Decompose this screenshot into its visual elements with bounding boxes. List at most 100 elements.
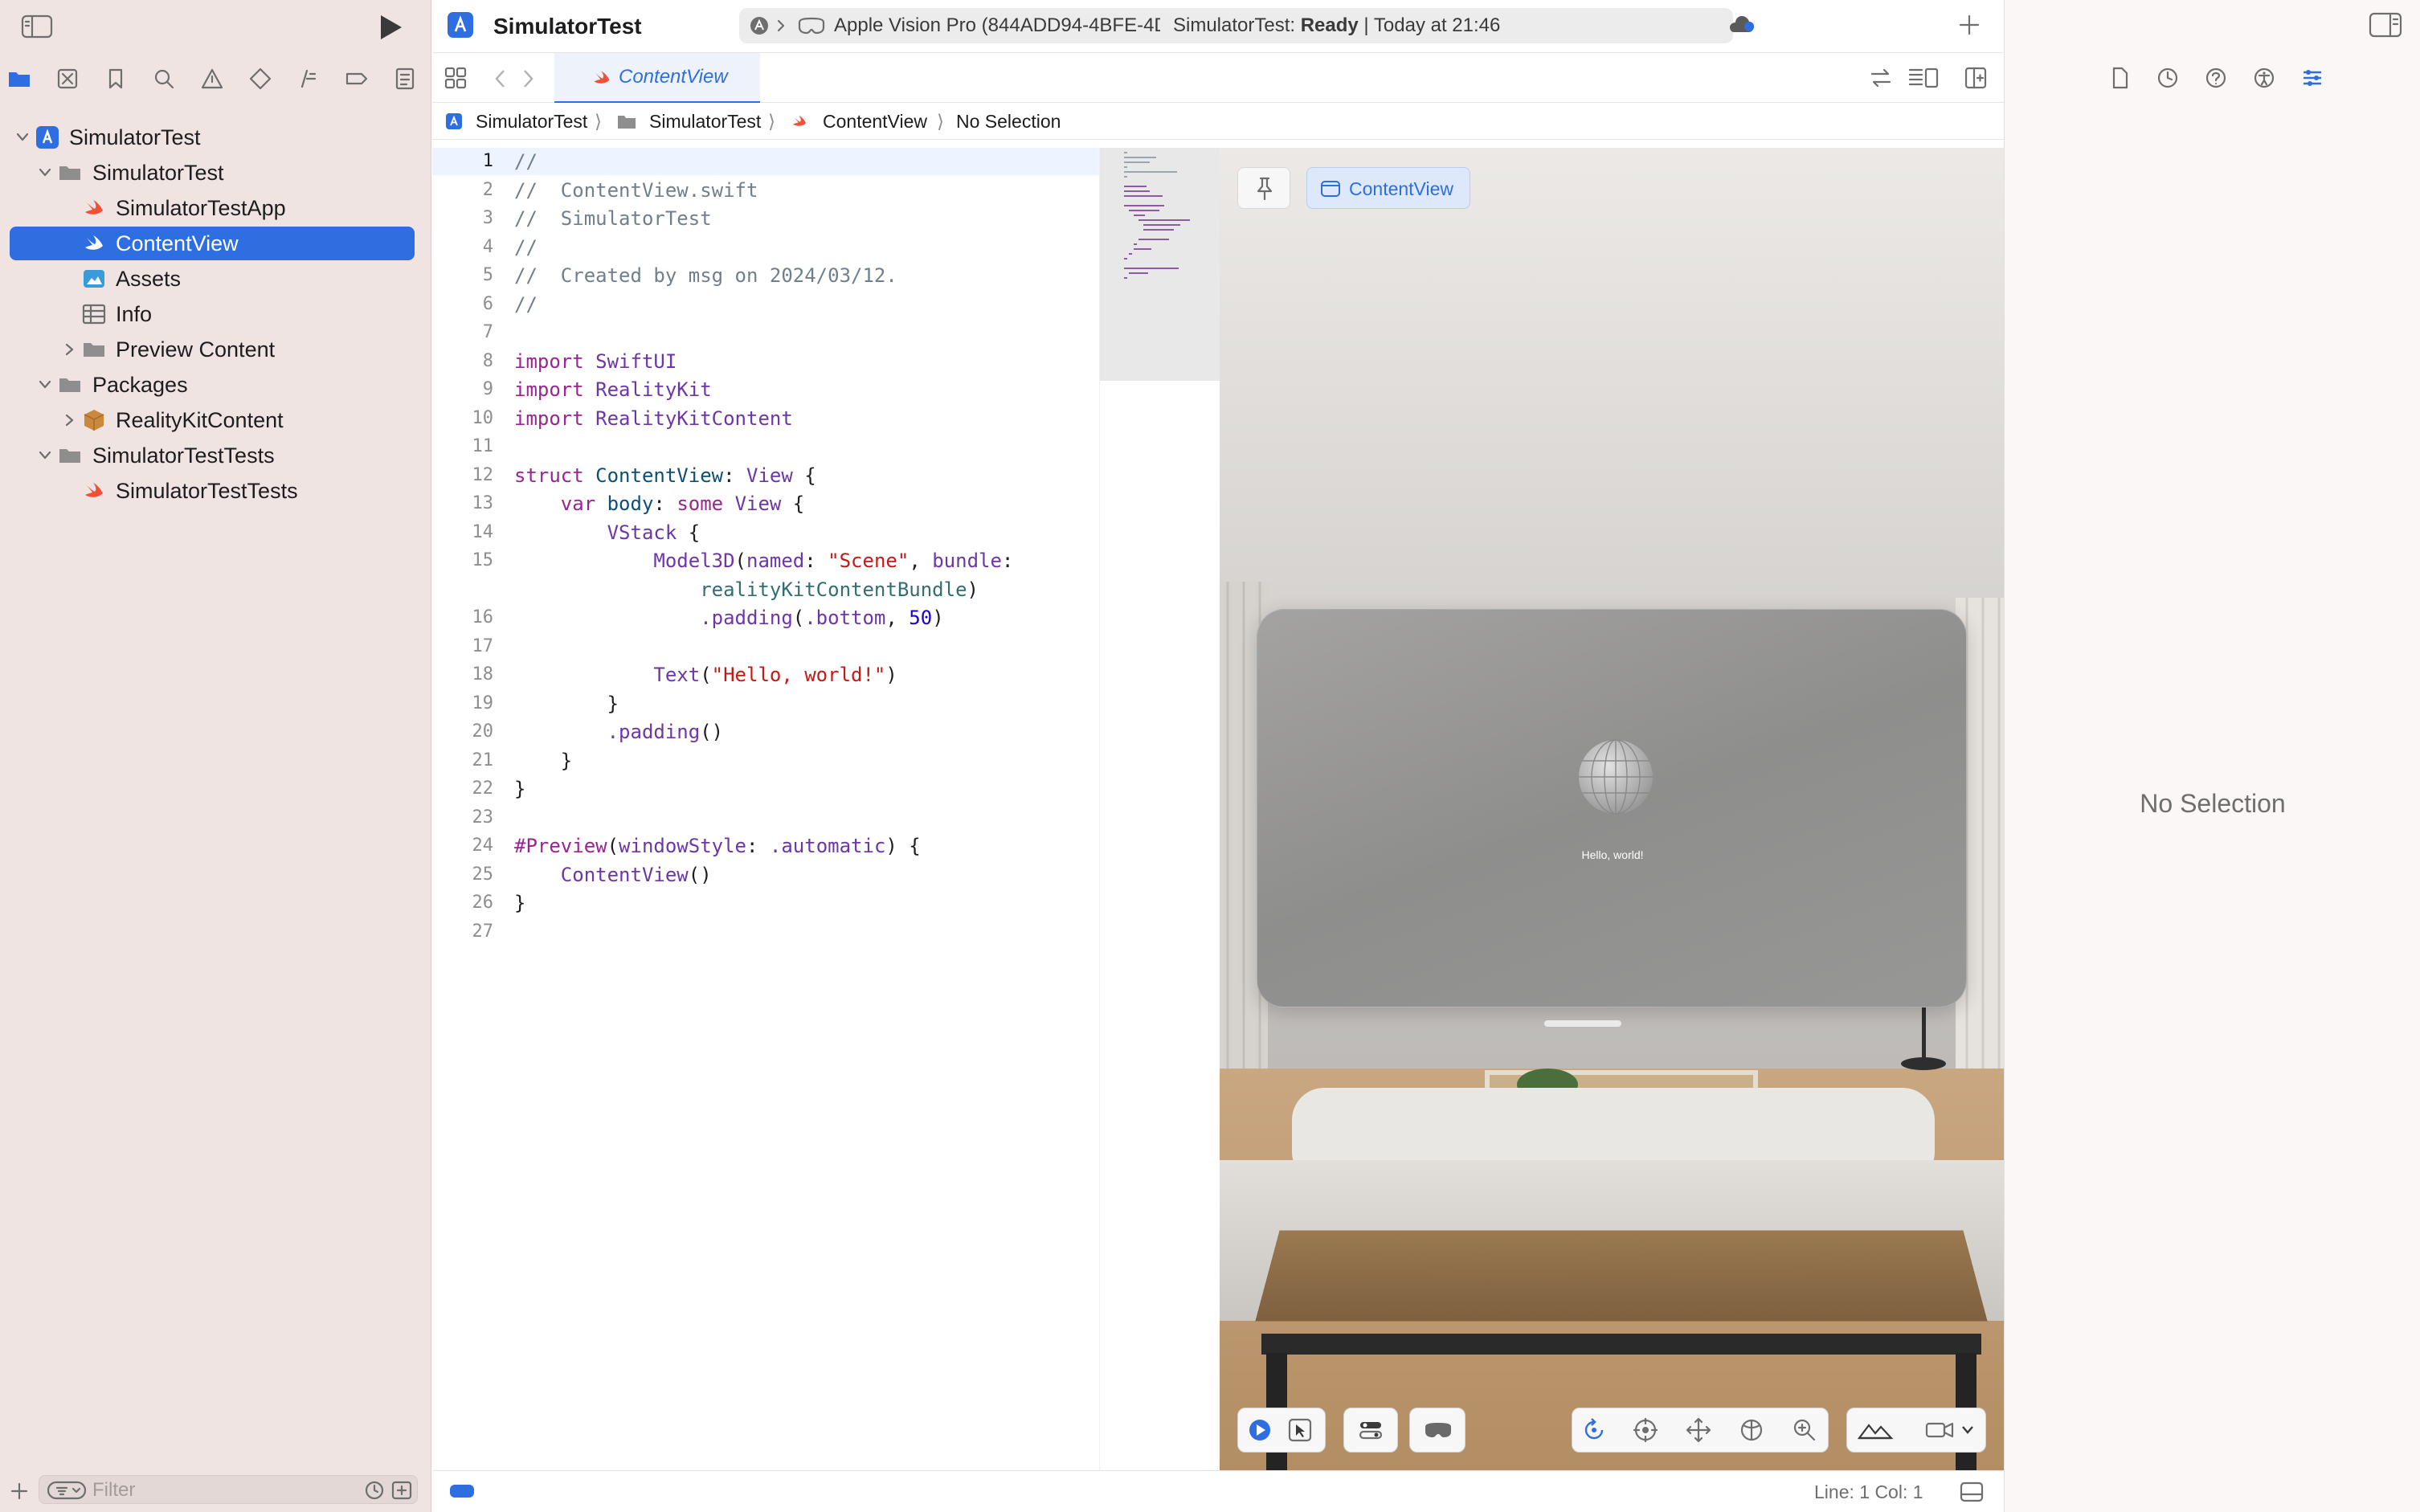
- reset-camera-icon[interactable]: [1738, 1416, 1765, 1444]
- line-number[interactable]: 26: [432, 889, 494, 917]
- code-line[interactable]: // ContentView.swift: [514, 177, 758, 204]
- line-number[interactable]: 6: [432, 291, 493, 318]
- activity-viewer[interactable]: Apple Vision Pro (844ADD94-4BFE-4D28-9B7…: [739, 8, 1733, 43]
- live-mode-icon[interactable]: [1246, 1416, 1273, 1444]
- chevron-right-icon[interactable]: [59, 333, 79, 366]
- accessibility-inspector-icon[interactable]: [2252, 66, 2276, 90]
- breadcrumb-item[interactable]: SimulatorTest: [649, 103, 761, 140]
- line-number[interactable]: 12: [432, 462, 494, 489]
- line-number[interactable]: 5: [432, 262, 493, 289]
- preview-canvas[interactable]: Hello, world! ContentView: [1220, 148, 2004, 1470]
- chevron-down-icon[interactable]: [35, 439, 55, 472]
- source-control-navigator-icon[interactable]: [55, 66, 80, 92]
- visionos-app-window[interactable]: Hello, world!: [1257, 609, 1967, 1007]
- code-line[interactable]: }: [514, 775, 525, 803]
- split-editor-icon[interactable]: [1964, 66, 1988, 90]
- tree-item-group[interactable]: SimulatorTestTests: [10, 439, 415, 472]
- code-line[interactable]: import RealityKitContent: [514, 405, 793, 432]
- test-navigator-icon[interactable]: [247, 66, 273, 92]
- line-number[interactable]: 13: [432, 490, 494, 517]
- swap-editor-icon[interactable]: [1867, 66, 1895, 90]
- code-line[interactable]: import RealityKit: [514, 376, 712, 403]
- line-number[interactable]: 11: [432, 433, 494, 460]
- code-line[interactable]: Model3D(named: "Scene", bundle:: [514, 547, 1013, 574]
- line-number[interactable]: 8: [432, 348, 493, 375]
- line-number[interactable]: 23: [432, 804, 494, 832]
- line-number[interactable]: 7: [432, 319, 493, 346]
- sidebar-toggle-icon[interactable]: [21, 14, 53, 39]
- add-library-icon[interactable]: [1956, 11, 1983, 39]
- line-number[interactable]: 9: [432, 376, 493, 403]
- device-settings-button[interactable]: [1409, 1408, 1465, 1453]
- breakpoint-navigator-icon[interactable]: [344, 66, 370, 92]
- tree-item-file[interactable]: Assets: [10, 262, 415, 296]
- bookmark-navigator-icon[interactable]: [103, 66, 129, 92]
- run-button[interactable]: [374, 11, 407, 43]
- code-line[interactable]: VStack {: [514, 519, 701, 546]
- forward-arrow-icon[interactable]: [519, 67, 537, 90]
- line-number[interactable]: 2: [432, 177, 493, 204]
- cloud-sync-icon[interactable]: [1727, 13, 1756, 39]
- file-inspector-icon[interactable]: [2107, 66, 2132, 90]
- code-line[interactable]: // SimulatorTest: [514, 205, 712, 232]
- chevron-right-icon[interactable]: [59, 403, 79, 437]
- line-number[interactable]: 14: [432, 519, 494, 546]
- code-line[interactable]: }: [514, 889, 525, 917]
- filter-input[interactable]: Filter: [39, 1475, 418, 1504]
- tree-item-file[interactable]: SimulatorTestTests: [10, 474, 415, 508]
- report-navigator-icon[interactable]: [392, 66, 418, 92]
- tab-contentview[interactable]: ContentView: [554, 53, 760, 103]
- help-inspector-icon[interactable]: [2204, 66, 2228, 90]
- variants-button[interactable]: [1343, 1408, 1398, 1453]
- line-number[interactable]: 4: [432, 234, 493, 261]
- issue-navigator-icon[interactable]: [199, 66, 225, 92]
- attributes-inspector-icon[interactable]: [2300, 66, 2324, 90]
- breadcrumb-item[interactable]: ContentView: [823, 103, 927, 140]
- code-line[interactable]: //: [514, 234, 538, 261]
- debug-navigator-icon[interactable]: [296, 66, 321, 92]
- add-icon[interactable]: [8, 1480, 31, 1502]
- pin-preview-button[interactable]: [1237, 167, 1290, 209]
- code-line[interactable]: Text("Hello, world!"): [514, 661, 897, 689]
- tree-item-file[interactable]: SimulatorTestApp: [10, 191, 415, 225]
- source-control-filter-icon[interactable]: [391, 1480, 412, 1501]
- folder-navigator-icon[interactable]: [6, 66, 32, 92]
- line-number[interactable]: 10: [432, 405, 494, 432]
- code-line[interactable]: // Created by msg on 2024/03/12.: [514, 262, 897, 289]
- rotate-camera-icon[interactable]: [1580, 1416, 1608, 1444]
- line-number[interactable]: 22: [432, 775, 494, 803]
- tree-item-group[interactable]: SimulatorTest: [10, 156, 415, 190]
- code-line[interactable]: realityKitContentBundle): [514, 576, 979, 603]
- code-line[interactable]: .padding(.bottom, 50): [514, 604, 943, 631]
- zoom-icon[interactable]: [1791, 1416, 1818, 1444]
- code-line[interactable]: }: [514, 747, 572, 774]
- tree-item-file[interactable]: Info: [10, 297, 415, 331]
- editor-options-icon[interactable]: [1907, 66, 1940, 90]
- line-number[interactable]: 21: [432, 747, 494, 774]
- preview-selector-chip[interactable]: ContentView: [1306, 167, 1470, 209]
- code-line[interactable]: //: [514, 291, 538, 318]
- camera-icon[interactable]: [1924, 1416, 1956, 1444]
- code-line[interactable]: #Preview(windowStyle: .automatic) {: [514, 832, 921, 860]
- tree-item-package[interactable]: RealityKitContent: [10, 403, 415, 437]
- run-destination[interactable]: Apple Vision Pro (844ADD94-4BFE-4D28-9B7…: [834, 14, 1160, 37]
- inspector-toggle-icon[interactable]: [2368, 11, 2403, 39]
- related-items-icon[interactable]: [444, 66, 468, 90]
- show-debug-area-icon[interactable]: [1959, 1481, 1985, 1503]
- select-mode-icon[interactable]: [1286, 1416, 1314, 1444]
- code-line[interactable]: struct ContentView: View {: [514, 462, 816, 489]
- breadcrumb-item[interactable]: SimulatorTest: [476, 103, 587, 140]
- line-number[interactable]: 18: [432, 661, 494, 689]
- line-number[interactable]: 25: [432, 861, 494, 889]
- code-line[interactable]: .padding(): [514, 718, 724, 746]
- find-navigator-icon[interactable]: [151, 66, 177, 92]
- code-line[interactable]: }: [514, 690, 619, 717]
- code-line[interactable]: import SwiftUI: [514, 348, 677, 375]
- tree-item-group[interactable]: Preview Content: [10, 333, 415, 366]
- orbit-icon[interactable]: [1632, 1416, 1659, 1444]
- history-inspector-icon[interactable]: [2156, 66, 2180, 90]
- window-grabber[interactable]: [1544, 1020, 1621, 1027]
- line-number[interactable]: 20: [432, 718, 494, 746]
- line-number[interactable]: 1: [432, 148, 493, 175]
- line-number[interactable]: 19: [432, 690, 494, 717]
